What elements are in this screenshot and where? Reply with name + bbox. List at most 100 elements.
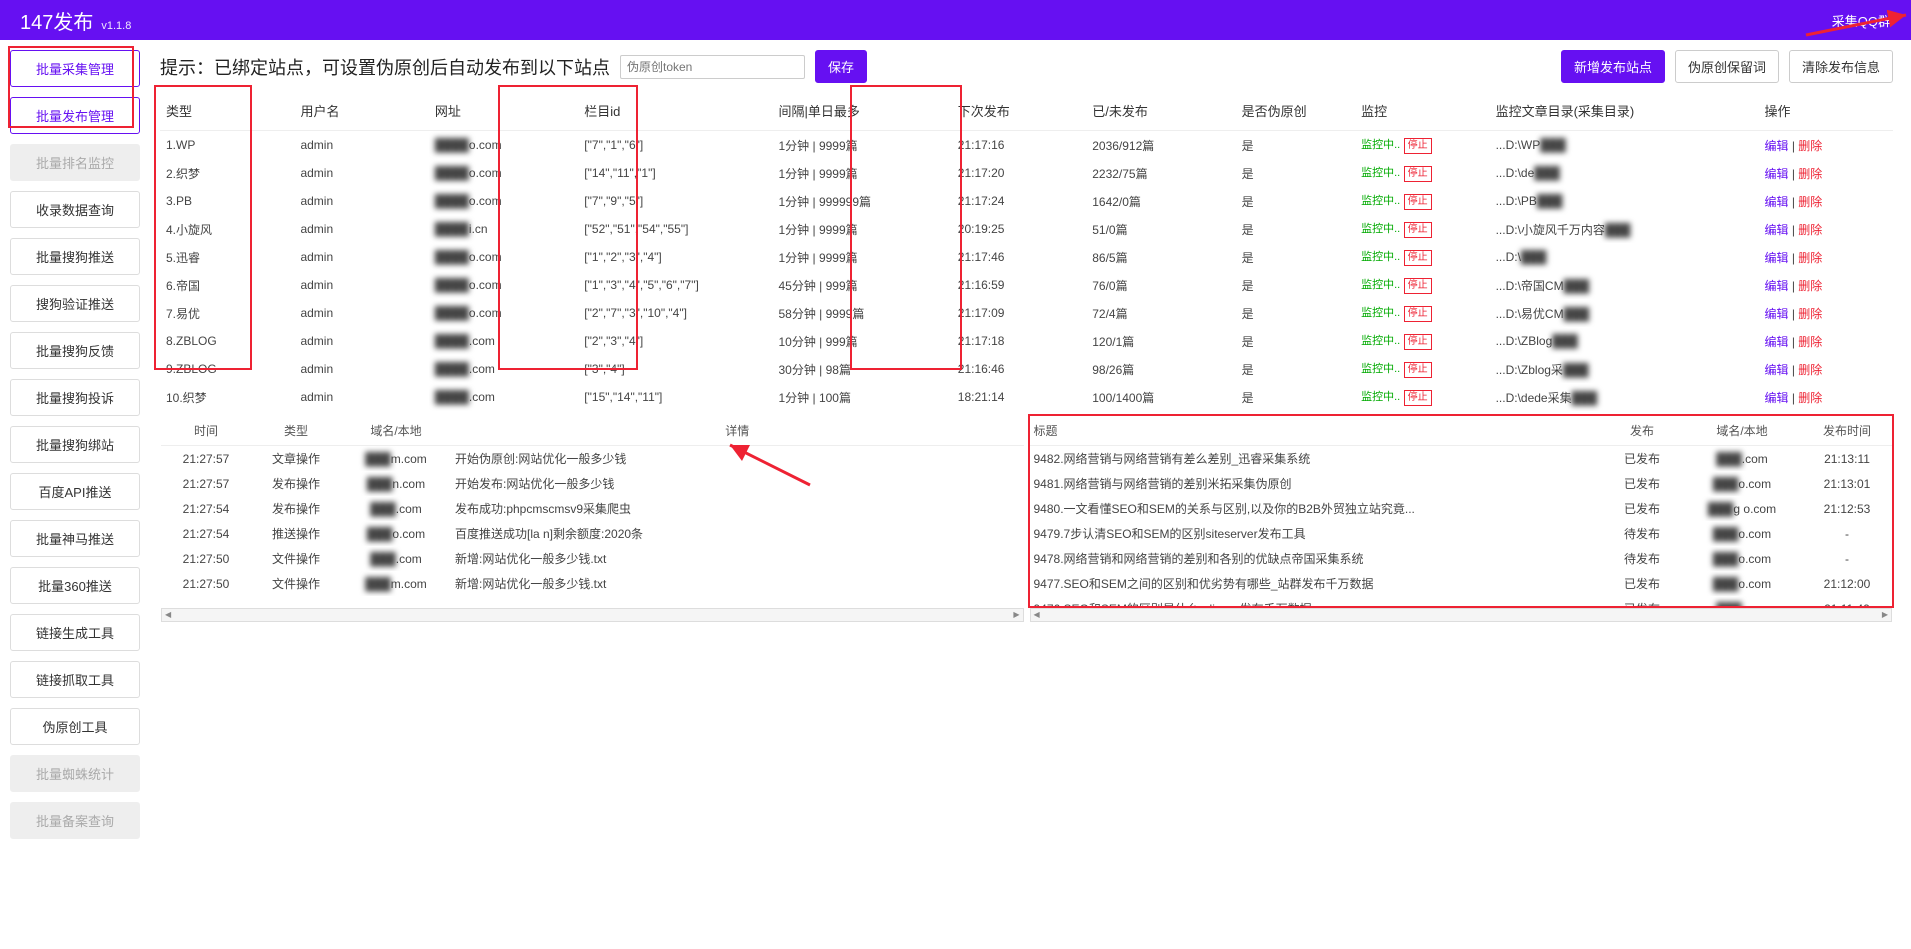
cell-url[interactable]: ████.com <box>429 327 578 355</box>
clear-info-button[interactable]: 清除发布信息 <box>1789 50 1893 83</box>
sidebar-item-4[interactable]: 批量搜狗推送 <box>10 238 140 275</box>
cell-pseudo: 是 <box>1236 383 1356 411</box>
cell-next: 21:16:59 <box>952 271 1086 299</box>
cell-col: ["7","9","5"] <box>578 187 772 215</box>
sidebar-item-12[interactable]: 链接生成工具 <box>10 614 140 651</box>
delete-link[interactable]: 删除 <box>1798 251 1822 265</box>
cell-pseudo: 是 <box>1236 271 1356 299</box>
edit-link[interactable]: 编辑 <box>1764 279 1788 293</box>
edit-link[interactable]: 编辑 <box>1764 251 1788 265</box>
sidebar-item-5[interactable]: 搜狗验证推送 <box>10 285 140 322</box>
edit-link[interactable]: 编辑 <box>1764 223 1788 237</box>
scrollbar-right[interactable] <box>1030 608 1893 622</box>
cell-url[interactable]: ████o.com <box>429 243 578 271</box>
stop-button[interactable]: 停止 <box>1404 334 1432 350</box>
cell-type: 10.织梦 <box>160 383 294 411</box>
sidebar: 批量采集管理批量发布管理批量排名监控收录数据查询批量搜狗推送搜狗验证推送批量搜狗… <box>0 40 150 859</box>
sidebar-item-8[interactable]: 批量搜狗绑站 <box>10 426 140 463</box>
cell-url[interactable]: ████o.com <box>429 159 578 187</box>
cell-pseudo: 是 <box>1236 355 1356 383</box>
sidebar-item-13[interactable]: 链接抓取工具 <box>10 661 140 698</box>
cell-dir: ...D:\ZBlog███ <box>1490 327 1759 355</box>
stop-button[interactable]: 停止 <box>1404 166 1432 182</box>
edit-link[interactable]: 编辑 <box>1764 391 1788 405</box>
cell-type: 9.ZBLOG <box>160 355 294 383</box>
cell-monitor: 监控中.. 停止 <box>1355 299 1489 327</box>
edit-link[interactable]: 编辑 <box>1764 139 1788 153</box>
scrollbar-left[interactable] <box>161 608 1024 622</box>
main: 提示：已绑定站点，可设置伪原创后自动发布到以下站点 保存 新增发布站点 伪原创保… <box>150 40 1911 859</box>
stop-button[interactable]: 停止 <box>1404 390 1432 406</box>
delete-link[interactable]: 删除 <box>1798 307 1822 321</box>
cell-dir: ...D:\易优CM███ <box>1490 299 1759 327</box>
cell-url[interactable]: ████o.com <box>429 187 578 215</box>
cell-pseudo: 是 <box>1236 215 1356 243</box>
add-site-button[interactable]: 新增发布站点 <box>1561 50 1665 83</box>
sidebar-item-14[interactable]: 伪原创工具 <box>10 708 140 745</box>
cell-next: 21:17:20 <box>952 159 1086 187</box>
cell-int: 1分钟 | 9999篇 <box>773 159 952 187</box>
cell-dir: ...D:\小旋风千万内容███ <box>1490 215 1759 243</box>
stop-button[interactable]: 停止 <box>1404 362 1432 378</box>
delete-link[interactable]: 删除 <box>1798 391 1822 405</box>
log-row: 9479.7步认清SEO和SEM的区别siteserver发布工具待发布███o… <box>1030 521 1893 546</box>
cell-url[interactable]: ████o.com <box>429 271 578 299</box>
stop-button[interactable]: 停止 <box>1404 138 1432 154</box>
cell-pseudo: 是 <box>1236 159 1356 187</box>
cell-op: 编辑 | 删除 <box>1758 187 1893 215</box>
cell-col: ["3","4"] <box>578 355 772 383</box>
edit-link[interactable]: 编辑 <box>1764 363 1788 377</box>
edit-link[interactable]: 编辑 <box>1764 335 1788 349</box>
cell-url[interactable]: ████o.com <box>429 299 578 327</box>
cell-pub: 1642/0篇 <box>1086 187 1235 215</box>
stop-button[interactable]: 停止 <box>1404 222 1432 238</box>
cell-url[interactable]: ████.com <box>429 355 578 383</box>
cell-pub: 2036/912篇 <box>1086 131 1235 160</box>
cell-col: ["2","3","4"] <box>578 327 772 355</box>
delete-link[interactable]: 删除 <box>1798 167 1822 181</box>
cell-url[interactable]: ████o.com <box>429 131 578 160</box>
cell-pseudo: 是 <box>1236 187 1356 215</box>
sidebar-item-7[interactable]: 批量搜狗投诉 <box>10 379 140 416</box>
sidebar-item-15: 批量蜘蛛统计 <box>10 755 140 792</box>
sidebar-item-3[interactable]: 收录数据查询 <box>10 191 140 228</box>
delete-link[interactable]: 删除 <box>1798 279 1822 293</box>
delete-link[interactable]: 删除 <box>1798 195 1822 209</box>
col-header: 栏目id <box>578 91 772 131</box>
sidebar-item-6[interactable]: 批量搜狗反馈 <box>10 332 140 369</box>
save-button[interactable]: 保存 <box>815 50 867 83</box>
cell-pub: 120/1篇 <box>1086 327 1235 355</box>
cell-next: 21:17:18 <box>952 327 1086 355</box>
sidebar-item-0[interactable]: 批量采集管理 <box>10 50 140 87</box>
cell-dir: ...D:\帝国CM███ <box>1490 271 1759 299</box>
cell-url[interactable]: ████i.cn <box>429 215 578 243</box>
cell-monitor: 监控中.. 停止 <box>1355 159 1489 187</box>
delete-link[interactable]: 删除 <box>1798 363 1822 377</box>
cell-col: ["14","11","1"] <box>578 159 772 187</box>
delete-link[interactable]: 删除 <box>1798 139 1822 153</box>
cell-next: 21:17:46 <box>952 243 1086 271</box>
cell-url[interactable]: ████.com <box>429 383 578 411</box>
delete-link[interactable]: 删除 <box>1798 223 1822 237</box>
delete-link[interactable]: 删除 <box>1798 335 1822 349</box>
keep-word-button[interactable]: 伪原创保留词 <box>1675 50 1779 83</box>
hint-text: 提示：已绑定站点，可设置伪原创后自动发布到以下站点 <box>160 54 610 80</box>
sidebar-item-11[interactable]: 批量360推送 <box>10 567 140 604</box>
stop-button[interactable]: 停止 <box>1404 194 1432 210</box>
stop-button[interactable]: 停止 <box>1404 278 1432 294</box>
log-row: 9480.一文看懂SEO和SEM的关系与区别,以及你的B2B外贸独立站究竟...… <box>1030 496 1893 521</box>
sidebar-item-16: 批量备案查询 <box>10 802 140 839</box>
token-input[interactable] <box>620 55 805 79</box>
edit-link[interactable]: 编辑 <box>1764 167 1788 181</box>
edit-link[interactable]: 编辑 <box>1764 307 1788 321</box>
stop-button[interactable]: 停止 <box>1404 306 1432 322</box>
qq-link[interactable]: 采集QQ群 <box>1832 14 1891 29</box>
col-header: 已/未发布 <box>1086 91 1235 131</box>
sidebar-item-10[interactable]: 批量神马推送 <box>10 520 140 557</box>
col-header: 操作 <box>1758 91 1893 131</box>
sidebar-item-1[interactable]: 批量发布管理 <box>10 97 140 134</box>
sidebar-item-9[interactable]: 百度API推送 <box>10 473 140 510</box>
stop-button[interactable]: 停止 <box>1404 250 1432 266</box>
edit-link[interactable]: 编辑 <box>1764 195 1788 209</box>
cell-next: 20:19:25 <box>952 215 1086 243</box>
